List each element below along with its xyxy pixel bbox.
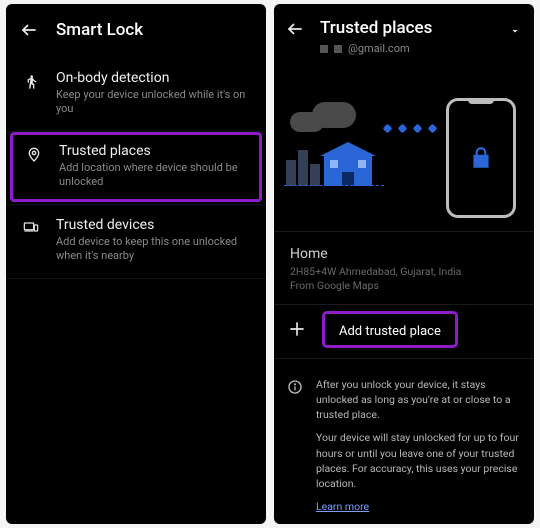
place-source: From Google Maps: [290, 279, 518, 292]
option-title: On-body detection: [56, 70, 252, 86]
illustration: [274, 67, 534, 227]
house-icon: [320, 142, 376, 186]
option-desc: Add location where device should be unlo…: [59, 161, 249, 190]
add-button-label: Add trusted place: [339, 324, 441, 339]
pin-icon: [23, 143, 45, 165]
account-suffix: @gmail.com: [348, 42, 410, 55]
page-title: Trusted places: [320, 18, 492, 38]
account-label: @gmail.com: [320, 42, 492, 55]
account-dropdown-icon[interactable]: [508, 24, 522, 38]
phone-outline-icon: [446, 98, 516, 218]
lock-icon: [468, 145, 494, 171]
back-arrow-icon[interactable]: [20, 21, 38, 39]
walking-icon: [20, 70, 42, 92]
highlight-trusted-places: Trusted places Add location where device…: [10, 132, 262, 203]
page-title: Smart Lock: [56, 20, 143, 40]
info-icon: [286, 377, 304, 515]
appbar: Smart Lock: [6, 4, 266, 56]
info-paragraph: Your device will stay unlocked for up to…: [316, 430, 522, 491]
appbar: Trusted places @gmail.com: [274, 4, 534, 61]
option-onbody[interactable]: On-body detection Keep your device unloc…: [6, 58, 266, 132]
buildings-icon: [286, 150, 320, 186]
ground-line: [284, 185, 384, 186]
cloud-icon: [312, 102, 356, 128]
home-place-entry[interactable]: Home 2H85+4W Ahmedabad, Gujarat, India F…: [274, 236, 534, 300]
place-title: Home: [290, 246, 518, 262]
account-redaction-icon: [320, 45, 328, 53]
add-trusted-place-button[interactable]: Add trusted place: [322, 311, 458, 348]
info-paragraph: After you unlock your device, it stays u…: [316, 377, 522, 423]
learn-more-link[interactable]: Learn more: [316, 500, 369, 513]
smart-lock-screen: Smart Lock On-body detection Keep your d…: [6, 4, 266, 524]
connection-dots-icon: [384, 125, 436, 132]
option-desc: Add device to keep this one unlocked whe…: [56, 235, 252, 264]
devices-icon: [20, 217, 42, 235]
info-block: After you unlock your device, it stays u…: [274, 363, 534, 523]
plus-icon[interactable]: [286, 318, 308, 340]
divider: [274, 358, 534, 359]
divider: [274, 231, 534, 232]
account-redaction-icon: [334, 45, 342, 53]
option-trusted-devices[interactable]: Trusted devices Add device to keep this …: [6, 204, 266, 279]
divider: [274, 304, 534, 305]
option-title: Trusted places: [59, 143, 249, 159]
back-arrow-icon[interactable]: [286, 18, 304, 36]
option-desc: Keep your device unlocked while it's on …: [56, 88, 252, 117]
option-trusted-places[interactable]: Trusted places Add location where device…: [23, 143, 249, 190]
add-trusted-place-row: Add trusted place: [274, 309, 534, 350]
option-title: Trusted devices: [56, 217, 252, 233]
place-address: 2H85+4W Ahmedabad, Gujarat, India: [290, 265, 518, 279]
trusted-places-screen: Trusted places @gmail.com: [274, 4, 534, 524]
